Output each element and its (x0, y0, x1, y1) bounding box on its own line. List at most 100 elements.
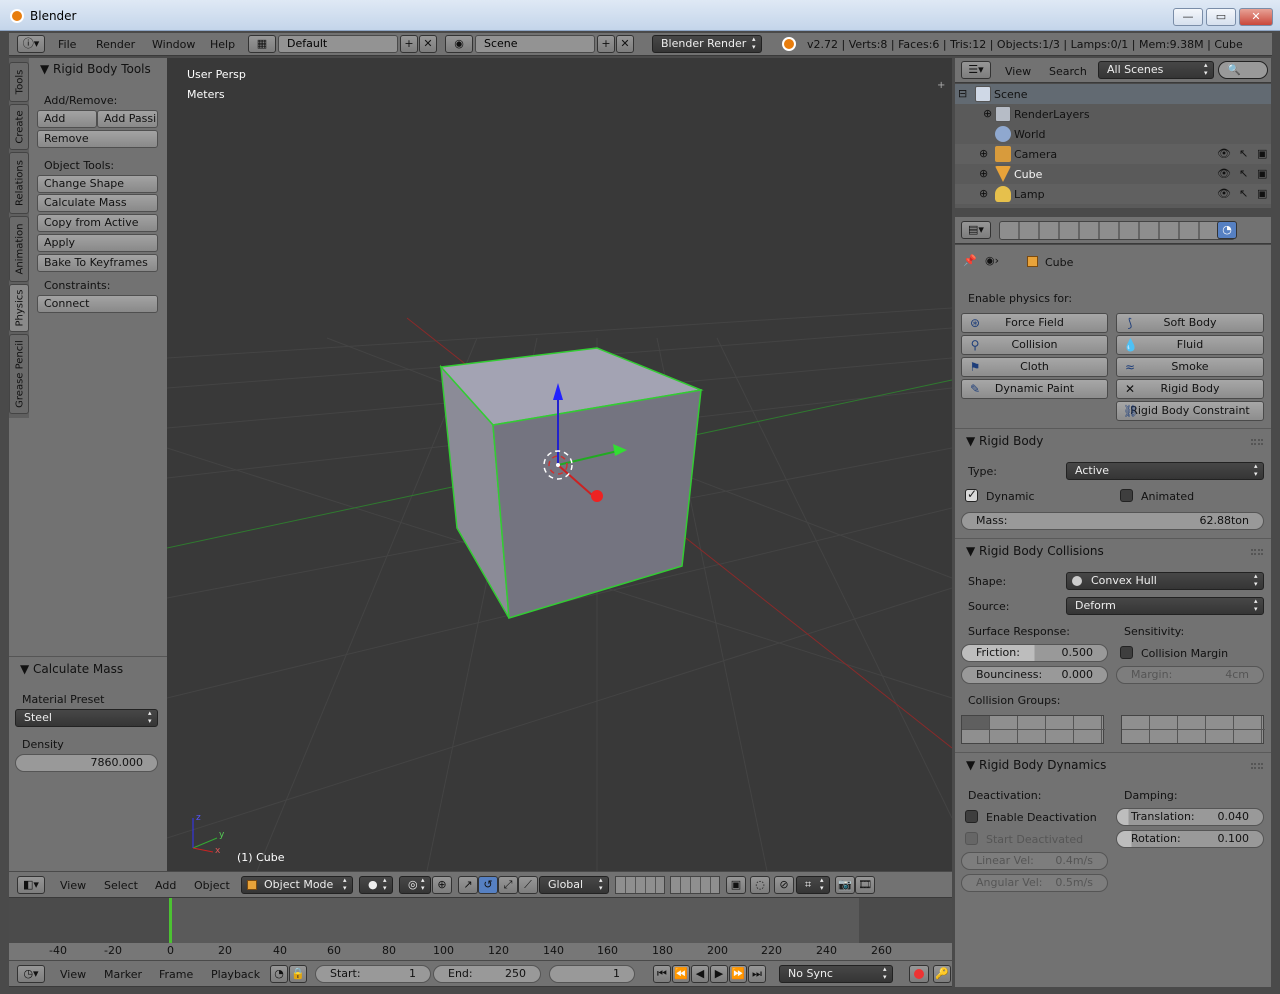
opengl-anim-icon[interactable]: 🎞 (855, 876, 875, 894)
lock-layers-icon[interactable]: ▣ (726, 876, 746, 894)
collision-shape-dropdown[interactable]: Convex Hull (1066, 572, 1264, 590)
mode-dropdown[interactable]: Object Mode (241, 876, 353, 894)
menu-playback[interactable]: Playback (211, 968, 260, 981)
sync-mode-dropdown[interactable]: No Sync (779, 965, 893, 983)
editor-type-button[interactable]: ☰▾ (961, 61, 991, 79)
selectable-cursor-icon[interactable]: ↖ (1239, 187, 1248, 200)
jump-keyframe-back-icon[interactable]: ⏪ (672, 965, 690, 983)
collision-source-dropdown[interactable]: Deform (1066, 597, 1264, 615)
start-frame-field[interactable]: Start: 1 (315, 965, 431, 983)
play-reverse-icon[interactable]: ◀ (691, 965, 709, 983)
remove-layout-icon[interactable]: ✕ (419, 35, 437, 53)
smoke-button[interactable]: ≈ Smoke (1116, 357, 1264, 377)
linear-velocity-field[interactable]: Linear Vel: 0.4m/s (961, 852, 1108, 870)
outliner-row-world[interactable]: World (955, 124, 1271, 144)
opengl-render-icon[interactable]: 📷 (835, 876, 855, 894)
remove-button[interactable]: Remove (37, 130, 158, 148)
add-layout-icon[interactable]: + (400, 35, 418, 53)
menu-view[interactable]: View (60, 879, 86, 892)
add-passive-button[interactable]: Add Passi (97, 110, 158, 128)
scene-selector-button[interactable]: ◉ (445, 35, 473, 53)
scale-manipulator-icon[interactable]: ⤢ (498, 876, 518, 894)
translation-damping-slider[interactable]: Translation: 0.040 (1116, 808, 1264, 826)
3d-viewport[interactable]: User Persp Meters (1) Cube z y x + (167, 58, 952, 871)
rigid-body-type-dropdown[interactable]: Active (1066, 462, 1264, 480)
outliner-row-camera[interactable]: ⊕ Camera 👁 ↖ ▣ (955, 144, 1271, 164)
calculate-mass-panel-title[interactable]: ▼ Calculate Mass (20, 662, 123, 676)
enable-deactivation-checkbox[interactable] (965, 810, 978, 823)
collision-groups-grid-1[interactable] (961, 715, 1105, 744)
render-engine-dropdown[interactable]: Blender Render (652, 35, 762, 53)
dynamics-panel-title[interactable]: ▼ Rigid Body Dynamics (966, 758, 1106, 772)
auto-keyframe-record-icon[interactable] (909, 965, 929, 983)
cloth-button[interactable]: ⚑ Cloth (961, 357, 1108, 377)
menu-view[interactable]: View (60, 968, 86, 981)
connect-button[interactable]: Connect (37, 295, 158, 313)
close-button[interactable]: ✕ (1239, 8, 1273, 26)
material-preset-dropdown[interactable]: Steel (15, 709, 158, 727)
menu-view[interactable]: View (1005, 65, 1031, 78)
maximize-button[interactable]: ▭ (1206, 8, 1236, 26)
selectable-cursor-icon[interactable]: ↖ (1239, 147, 1248, 160)
play-icon[interactable]: ▶ (710, 965, 728, 983)
end-frame-field[interactable]: End: 250 (433, 965, 541, 983)
rigid-body-panel-title[interactable]: ▼ Rigid Body (966, 434, 1043, 448)
transform-manipulator-icon[interactable]: ⟋ (518, 876, 538, 894)
panel-drag-handle[interactable] (1251, 763, 1263, 769)
editor-type-button[interactable]: ▤▾ (961, 221, 991, 239)
remove-scene-icon[interactable]: ✕ (616, 35, 634, 53)
tab-grease-pencil[interactable]: Grease Pencil (9, 334, 29, 414)
calculate-mass-button[interactable]: Calculate Mass (37, 194, 158, 212)
menu-select[interactable]: Select (104, 879, 138, 892)
rotation-damping-slider[interactable]: Rotation: 0.100 (1116, 830, 1264, 848)
layout-selector-button[interactable]: ▦ (248, 35, 276, 53)
angular-velocity-field[interactable]: Angular Vel: 0.5m/s (961, 874, 1108, 892)
rigid-body-remove-button[interactable]: ✕ Rigid Body (1116, 379, 1264, 399)
menu-object[interactable]: Object (194, 879, 230, 892)
outliner-row-scene[interactable]: ⊟ Scene (955, 84, 1271, 104)
margin-field[interactable]: Margin: 4cm (1116, 666, 1264, 684)
renderable-camera-icon[interactable]: ▣ (1257, 147, 1267, 160)
panel-drag-handle[interactable] (1251, 439, 1263, 445)
add-scene-icon[interactable]: + (597, 35, 615, 53)
rigid-body-constraint-button[interactable]: ⛓ Rigid Body Constraint (1116, 401, 1264, 421)
renderable-camera-icon[interactable]: ▣ (1257, 167, 1267, 180)
visibility-eye-icon[interactable]: 👁 (1217, 167, 1231, 180)
visibility-eye-icon[interactable]: 👁 (1217, 147, 1231, 160)
scene-layers-grid-1[interactable] (615, 876, 665, 894)
minimize-button[interactable]: — (1173, 8, 1203, 26)
menu-frame[interactable]: Frame (159, 968, 193, 981)
translate-manipulator-icon[interactable]: ↗ (458, 876, 478, 894)
density-field[interactable]: 7860.000 (15, 754, 158, 772)
snap-element-dropdown[interactable]: ⌗ (796, 876, 830, 894)
copy-from-active-button[interactable]: Copy from Active (37, 214, 158, 232)
jump-start-icon[interactable]: ⏮ (653, 965, 671, 983)
collision-button[interactable]: ⚲ Collision (961, 335, 1108, 355)
dynamic-paint-button[interactable]: ✎ Dynamic Paint (961, 379, 1108, 399)
scene-layers-grid-2[interactable] (670, 876, 720, 894)
fluid-button[interactable]: 💧 Fluid (1116, 335, 1264, 355)
menu-marker[interactable]: Marker (104, 968, 142, 981)
layout-name-field[interactable]: Default (278, 35, 398, 53)
panel-drag-handle[interactable] (1251, 549, 1263, 555)
outliner-row-lamp[interactable]: ⊕ Lamp 👁 ↖ ▣ (955, 184, 1271, 204)
collisions-panel-title[interactable]: ▼ Rigid Body Collisions (966, 544, 1104, 558)
current-frame-indicator[interactable] (169, 898, 172, 943)
friction-slider[interactable]: Friction: 0.500 (961, 644, 1108, 662)
bake-to-keyframes-button[interactable]: Bake To Keyframes (37, 254, 158, 272)
selectable-cursor-icon[interactable]: ↖ (1239, 167, 1248, 180)
keying-set-icon[interactable]: 🔑 (933, 965, 951, 983)
pin-icon[interactable]: 📌 (963, 254, 977, 267)
scene-name-field[interactable]: Scene (475, 35, 595, 53)
outliner-row-cube[interactable]: ⊕ Cube 👁 ↖ ▣ (955, 164, 1271, 184)
renderable-camera-icon[interactable]: ▣ (1257, 187, 1267, 200)
menu-file[interactable]: File (58, 38, 76, 51)
search-input[interactable]: 🔍 (1218, 61, 1268, 79)
collision-margin-checkbox[interactable] (1120, 646, 1133, 659)
editor-type-button[interactable]: ◧▾ (17, 876, 45, 894)
change-shape-button[interactable]: Change Shape (37, 175, 158, 193)
start-deactivated-checkbox[interactable] (965, 832, 978, 845)
soft-body-button[interactable]: ⟆ Soft Body (1116, 313, 1264, 333)
rigid-body-tools-title[interactable]: ▼ Rigid Body Tools (40, 62, 151, 76)
jump-end-icon[interactable]: ⏭ (748, 965, 766, 983)
